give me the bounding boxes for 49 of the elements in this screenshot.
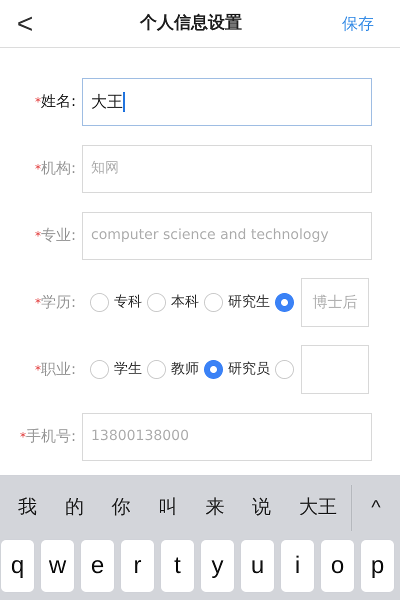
radio-button[interactable] (147, 293, 166, 312)
key[interactable]: y (201, 540, 234, 592)
field-label: 学历: (40, 292, 76, 314)
option-label: 研究生 (228, 293, 270, 312)
key[interactable]: w (41, 540, 74, 592)
candidate-word[interactable]: 说 (252, 493, 272, 522)
candidate-word[interactable]: 你 (112, 493, 131, 522)
option-label: 研究员 (228, 360, 270, 379)
field-label: 机构: (40, 158, 76, 180)
other-input-field[interactable] (301, 345, 369, 394)
required-mark: * (34, 160, 41, 178)
text-field[interactable]: 大王 (82, 78, 372, 126)
page-title: 个人信息设置 (140, 12, 242, 35)
key[interactable]: e (81, 540, 114, 592)
field-label: 姓名: (40, 91, 76, 112)
radio-button[interactable] (204, 293, 223, 312)
field-label: 专业: (40, 225, 76, 246)
required-mark: * (34, 228, 41, 244)
required-mark: * (34, 94, 41, 110)
candidate-word[interactable]: 的 (64, 493, 84, 522)
radio-button[interactable] (275, 360, 294, 379)
field-label: 手机号: (26, 426, 76, 448)
required-mark: * (34, 294, 41, 312)
field-label: 职业: (40, 359, 76, 380)
radio-button[interactable] (90, 293, 109, 312)
expand-button[interactable]: ^ (352, 492, 400, 522)
text-cursor (123, 92, 125, 112)
back-button[interactable]: < (10, 2, 40, 44)
key[interactable]: o (321, 540, 354, 592)
candidate-word[interactable]: 大王 (298, 493, 337, 522)
required-mark: * (20, 428, 26, 446)
option-label: 教师 (171, 360, 199, 379)
key[interactable]: r (121, 540, 154, 592)
key[interactable]: q (1, 540, 34, 592)
key[interactable]: u (241, 540, 274, 592)
candidate-word[interactable]: 我 (18, 493, 37, 522)
required-mark: * (34, 362, 41, 378)
option-label: 本科 (171, 293, 199, 312)
radio-button[interactable] (275, 293, 294, 312)
option-label: 专科 (114, 293, 142, 312)
radio-button[interactable] (147, 360, 166, 379)
option-label: 学生 (114, 360, 142, 379)
radio-button[interactable] (204, 360, 223, 379)
key[interactable]: t (161, 540, 194, 592)
radio-button[interactable] (90, 360, 109, 379)
candidate-word[interactable]: 来 (205, 493, 224, 522)
key[interactable]: p (361, 540, 394, 592)
candidate-word[interactable]: 叫 (158, 493, 178, 522)
key[interactable]: i (281, 540, 314, 592)
